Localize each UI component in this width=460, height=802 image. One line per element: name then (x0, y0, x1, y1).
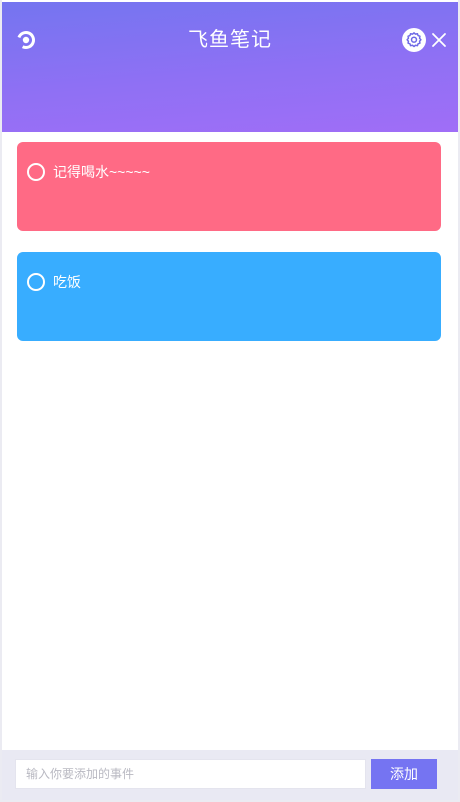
add-button[interactable]: 添加 (371, 759, 437, 789)
app-window: 飞鱼笔记 记得喝水~~~~~ 吃饭 输入你要添加的事件 添加 (0, 0, 460, 802)
note-item[interactable]: 吃饭 (17, 252, 441, 341)
note-checkbox[interactable] (27, 273, 45, 291)
note-text: 记得喝水~~~~~ (53, 164, 150, 180)
new-event-input[interactable] (15, 759, 366, 789)
app-title: 飞鱼笔记 (188, 27, 272, 51)
close-icon (430, 31, 448, 53)
app-header: 飞鱼笔记 (2, 2, 458, 132)
note-item[interactable]: 记得喝水~~~~~ (17, 142, 441, 231)
settings-button[interactable] (402, 28, 426, 52)
note-checkbox[interactable] (27, 163, 45, 181)
add-bar: 添加 (2, 750, 458, 800)
note-text: 吃饭 (53, 274, 81, 290)
close-button[interactable] (430, 31, 448, 49)
note-list: 记得喝水~~~~~ 吃饭 (17, 142, 441, 362)
gear-icon (405, 31, 423, 49)
